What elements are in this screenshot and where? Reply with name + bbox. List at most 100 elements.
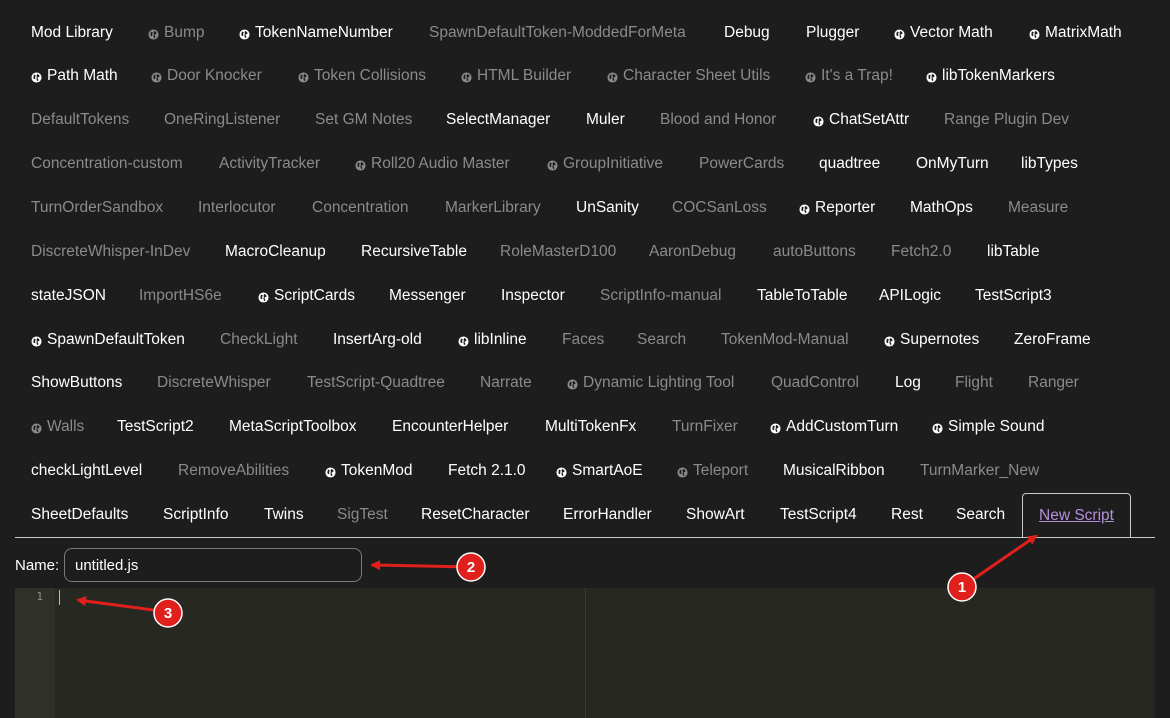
- script-tab[interactable]: DiscreteWhisper: [157, 367, 271, 399]
- script-tab[interactable]: Flight: [955, 367, 993, 399]
- script-tab[interactable]: Inspector: [501, 280, 565, 312]
- script-tab[interactable]: TestScript4: [780, 499, 857, 531]
- script-tab[interactable]: Bump: [148, 17, 205, 49]
- script-tab[interactable]: GroupInitiative: [547, 148, 663, 180]
- script-tab[interactable]: OneRingListener: [164, 104, 280, 136]
- script-tab[interactable]: Mod Library: [31, 17, 113, 49]
- script-tab[interactable]: autoButtons: [773, 236, 856, 268]
- script-tab[interactable]: Concentration: [312, 192, 409, 224]
- new-script-tab[interactable]: New Script: [1022, 493, 1131, 537]
- script-tab[interactable]: TokenMod-Manual: [721, 324, 849, 356]
- code-editor[interactable]: 1: [15, 588, 1155, 718]
- script-tab[interactable]: ShowButtons: [31, 367, 122, 399]
- script-tab[interactable]: DefaultTokens: [31, 104, 129, 136]
- script-tab[interactable]: TurnMarker_New: [920, 455, 1039, 487]
- script-tab[interactable]: TableToTable: [757, 280, 847, 312]
- script-tab[interactable]: EncounterHelper: [392, 411, 508, 443]
- script-tab[interactable]: Messenger: [389, 280, 466, 312]
- script-tab[interactable]: Reporter: [799, 192, 875, 224]
- script-name-input[interactable]: [64, 548, 362, 582]
- script-tab[interactable]: libTable: [987, 236, 1040, 268]
- script-tab[interactable]: SpawnDefaultToken: [31, 324, 185, 356]
- script-tab[interactable]: Faces: [562, 324, 604, 356]
- script-tab[interactable]: Concentration-custom: [31, 148, 183, 180]
- script-tab[interactable]: Token Collisions: [298, 60, 426, 92]
- script-tab[interactable]: UnSanity: [576, 192, 639, 224]
- script-tab[interactable]: ChatSetAttr: [813, 104, 909, 136]
- script-tab[interactable]: ScriptInfo-manual: [600, 280, 721, 312]
- script-tab[interactable]: HTML Builder: [461, 60, 571, 92]
- script-tab[interactable]: Blood and Honor: [660, 104, 776, 136]
- script-tab[interactable]: ActivityTracker: [219, 148, 320, 180]
- script-tab[interactable]: SelectManager: [446, 104, 550, 136]
- script-tab[interactable]: Debug: [724, 17, 770, 49]
- script-tab[interactable]: libTokenMarkers: [926, 60, 1055, 92]
- script-tab[interactable]: MathOps: [910, 192, 973, 224]
- script-tab[interactable]: Simple Sound: [932, 411, 1045, 443]
- script-tab[interactable]: It's a Trap!: [805, 60, 893, 92]
- script-tab[interactable]: Range Plugin Dev: [944, 104, 1069, 136]
- script-tab[interactable]: Rest: [891, 499, 923, 531]
- script-tab[interactable]: Measure: [1008, 192, 1068, 224]
- script-tab[interactable]: Supernotes: [884, 324, 979, 356]
- script-tab[interactable]: stateJSON: [31, 280, 106, 312]
- script-tab[interactable]: Ranger: [1028, 367, 1079, 399]
- script-tab[interactable]: Interlocutor: [198, 192, 276, 224]
- script-tab[interactable]: ImportHS6e: [139, 280, 222, 312]
- script-tab[interactable]: Roll20 Audio Master: [355, 148, 510, 180]
- script-tab[interactable]: Fetch2.0: [891, 236, 951, 268]
- script-tab[interactable]: QuadControl: [771, 367, 859, 399]
- script-tab[interactable]: SigTest: [337, 499, 388, 531]
- script-tab[interactable]: MultiTokenFx: [545, 411, 636, 443]
- script-tab[interactable]: ScriptInfo: [163, 499, 228, 531]
- script-tab[interactable]: quadtree: [819, 148, 880, 180]
- script-tab[interactable]: MarkerLibrary: [445, 192, 541, 224]
- script-tab[interactable]: InsertArg-old: [333, 324, 422, 356]
- script-tab[interactable]: ShowArt: [686, 499, 745, 531]
- script-tab[interactable]: RoleMasterD100: [500, 236, 616, 268]
- script-tab[interactable]: Search: [956, 499, 1005, 531]
- script-tab[interactable]: MusicalRibbon: [783, 455, 885, 487]
- script-tab[interactable]: AaronDebug: [649, 236, 736, 268]
- script-tab[interactable]: MacroCleanup: [225, 236, 326, 268]
- script-tab[interactable]: Teleport: [677, 455, 748, 487]
- script-tab[interactable]: Path Math: [31, 60, 118, 92]
- script-tab[interactable]: libTypes: [1021, 148, 1078, 180]
- script-tab[interactable]: Narrate: [480, 367, 532, 399]
- script-tab[interactable]: OnMyTurn: [916, 148, 989, 180]
- script-tab[interactable]: ZeroFrame: [1014, 324, 1091, 356]
- script-tab[interactable]: SmartAoE: [556, 455, 643, 487]
- script-tab[interactable]: PowerCards: [699, 148, 784, 180]
- script-tab[interactable]: MetaScriptToolbox: [229, 411, 357, 443]
- script-tab[interactable]: ErrorHandler: [563, 499, 652, 531]
- script-tab[interactable]: Walls: [31, 411, 84, 443]
- script-tab[interactable]: APILogic: [879, 280, 941, 312]
- script-tab[interactable]: Dynamic Lighting Tool: [567, 367, 734, 399]
- script-tab[interactable]: Twins: [264, 499, 304, 531]
- script-tab[interactable]: TokenNameNumber: [239, 17, 393, 49]
- script-tab[interactable]: TurnFixer: [672, 411, 738, 443]
- script-tab[interactable]: CheckLight: [220, 324, 298, 356]
- script-tab[interactable]: Muler: [586, 104, 625, 136]
- script-tab[interactable]: RecursiveTable: [361, 236, 467, 268]
- script-tab[interactable]: SheetDefaults: [31, 499, 128, 531]
- script-tab[interactable]: TestScript2: [117, 411, 194, 443]
- script-tab[interactable]: DiscreteWhisper-InDev: [31, 236, 190, 268]
- script-tab[interactable]: ScriptCards: [258, 280, 355, 312]
- script-tab[interactable]: TokenMod: [325, 455, 413, 487]
- script-tab[interactable]: Search: [637, 324, 686, 356]
- script-tab[interactable]: TurnOrderSandbox: [31, 192, 163, 224]
- script-tab[interactable]: ResetCharacter: [421, 499, 530, 531]
- script-tab[interactable]: SpawnDefaultToken-ModdedForMeta: [429, 17, 686, 49]
- script-tab[interactable]: TestScript3: [975, 280, 1052, 312]
- script-tab[interactable]: COCSanLoss: [672, 192, 767, 224]
- script-tab[interactable]: TestScript-Quadtree: [307, 367, 445, 399]
- script-tab[interactable]: Log: [895, 367, 921, 399]
- script-tab[interactable]: AddCustomTurn: [770, 411, 898, 443]
- script-tab[interactable]: checkLightLevel: [31, 455, 142, 487]
- script-tab[interactable]: Door Knocker: [151, 60, 262, 92]
- script-tab[interactable]: RemoveAbilities: [178, 455, 289, 487]
- script-tab[interactable]: MatrixMath: [1029, 17, 1122, 49]
- script-tab[interactable]: Fetch 2.1.0: [448, 455, 526, 487]
- script-tab[interactable]: Plugger: [806, 17, 859, 49]
